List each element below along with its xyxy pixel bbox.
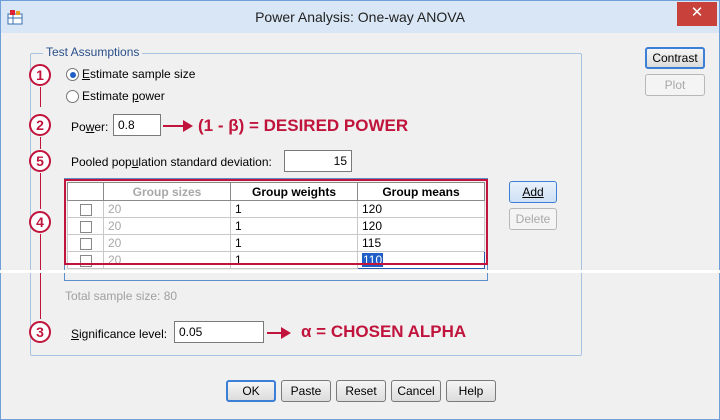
label-prefix: Estimate (82, 89, 133, 103)
marker-connector (40, 87, 41, 107)
divider-strip (0, 270, 720, 273)
delete-button[interactable]: Delete (509, 208, 557, 230)
plot-button[interactable]: Plot (645, 74, 705, 96)
marker-connector (40, 137, 41, 149)
label-rest: ignificance level: (79, 327, 168, 341)
annotation-marker-3: 3 (29, 321, 51, 343)
title-bar: Power Analysis: One-way ANOVA ✕ (1, 1, 719, 33)
marker-connector (40, 173, 41, 209)
mnemonic: E (82, 67, 91, 81)
label-rest: stimate sample size (90, 67, 196, 81)
group-legend: Test Assumptions (43, 45, 143, 59)
table-highlight-box (64, 179, 488, 265)
arrow-head (281, 327, 291, 339)
label-rest: er: (94, 120, 109, 134)
alpha-annotation: α = CHOSEN ALPHA (301, 322, 467, 341)
label-rest: ower (138, 89, 165, 103)
label-prefix: Pooled pop (71, 155, 132, 169)
help-button[interactable]: Help (446, 380, 496, 402)
arrow-line (163, 125, 185, 127)
button-label: Add (522, 185, 544, 199)
significance-label: Significance level: (71, 327, 167, 341)
power-input[interactable]: 0.8 (113, 114, 161, 136)
ok-button[interactable]: OK (226, 380, 276, 402)
estimate-sample-size-label: Estimate sample size (82, 67, 195, 81)
marker-connector (40, 234, 41, 319)
annotation-marker-5: 5 (29, 150, 51, 172)
dialog-window: Power Analysis: One-way ANOVA ✕ Test Ass… (0, 0, 720, 420)
contrast-button[interactable]: Contrast (645, 47, 705, 69)
pooled-sd-label: Pooled population standard deviation: (71, 155, 272, 169)
estimate-power-label: Estimate power (82, 89, 165, 103)
total-sample-size: Total sample size: 80 (65, 289, 178, 303)
annotation-marker-1: 1 (29, 64, 51, 86)
label-rest: lation standard deviation: (138, 155, 272, 169)
significance-input[interactable]: 0.05 (174, 321, 264, 343)
power-label: Power: (71, 120, 108, 134)
add-button[interactable]: Add (509, 181, 557, 203)
mnemonic: S (71, 327, 80, 341)
paste-button[interactable]: Paste (281, 380, 331, 402)
estimate-power-radio[interactable] (66, 90, 79, 103)
power-annotation: (1 - β) = DESIRED POWER (198, 116, 409, 135)
annotation-marker-4: 4 (29, 211, 51, 233)
label-prefix: Po (71, 120, 86, 134)
close-button[interactable]: ✕ (677, 2, 717, 26)
arrow-head (183, 120, 193, 132)
estimate-sample-size-radio[interactable] (66, 68, 79, 81)
pooled-sd-input[interactable]: 15 (284, 150, 352, 172)
cancel-button[interactable]: Cancel (391, 380, 441, 402)
window-title: Power Analysis: One-way ANOVA (255, 9, 465, 25)
annotation-marker-2: 2 (29, 114, 51, 136)
mnemonic: p (132, 89, 139, 103)
reset-button[interactable]: Reset (336, 380, 386, 402)
